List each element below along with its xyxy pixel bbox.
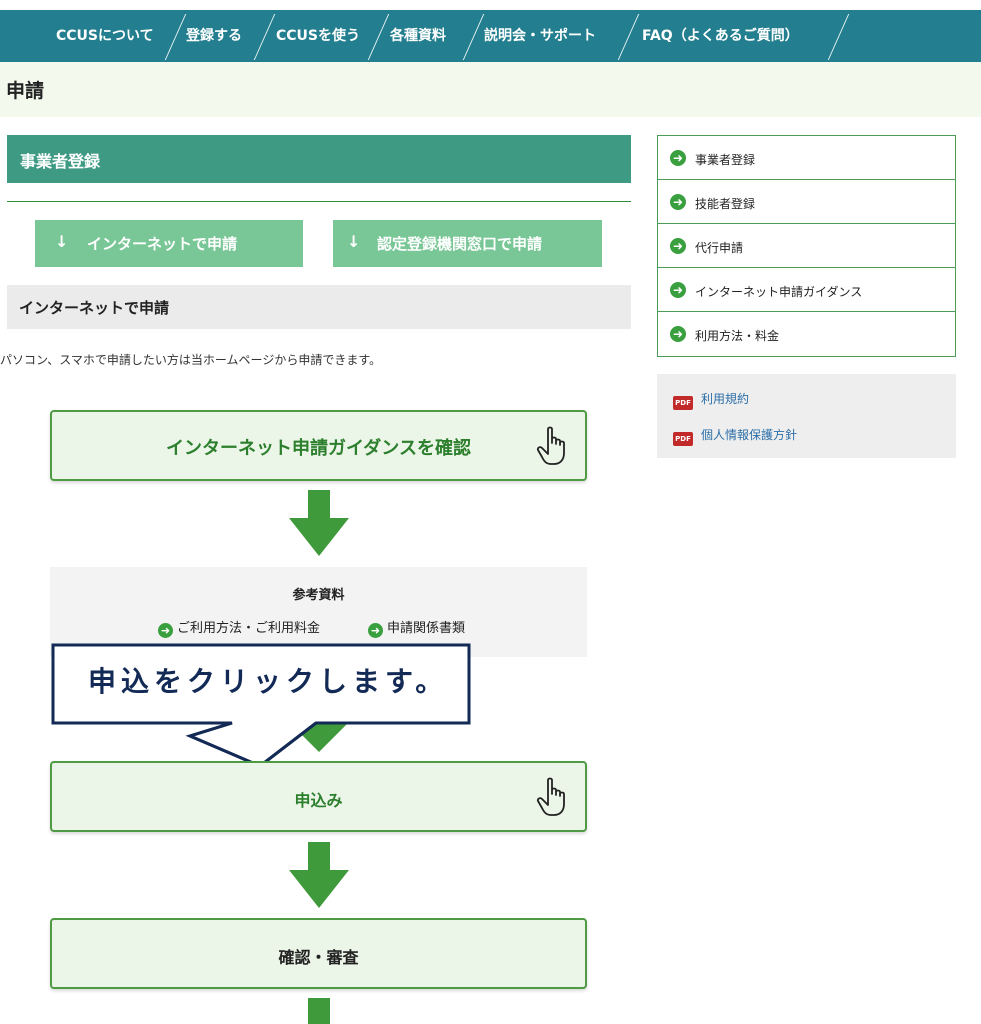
guidance-button[interactable]: インターネット申請ガイダンスを確認 bbox=[50, 410, 587, 481]
callout-text: 申込をクリックします。 bbox=[88, 665, 449, 698]
nav-item-support[interactable]: 説明会・サポート bbox=[484, 10, 596, 62]
nav-item-register[interactable]: 登録する bbox=[186, 10, 242, 62]
arrow-right-circle-icon: ➜ bbox=[670, 282, 686, 298]
nav-divider bbox=[367, 14, 390, 60]
anchor-internet-label: インターネットで申請 bbox=[87, 235, 238, 253]
sidebar-nav: ➜ 事業者登録 ➜ 技能者登録 ➜ 代行申請 ➜ インターネット申請ガイダンス … bbox=[657, 135, 956, 357]
pdf-link-terms[interactable]: PDF 利用規約 bbox=[673, 390, 749, 410]
reference-link-usage-label: ご利用方法・ご利用料金 bbox=[177, 621, 321, 636]
nav-divider bbox=[164, 14, 187, 60]
sidebar-item-business[interactable]: ➜ 事業者登録 bbox=[658, 136, 955, 180]
reference-title: 参考資料 bbox=[292, 588, 345, 603]
arrow-right-circle-icon: ➜ bbox=[670, 150, 686, 166]
page-title: 申請 bbox=[6, 80, 45, 102]
arrow-down-icon: ↓ bbox=[55, 232, 69, 251]
nav-item-use[interactable]: CCUSを使う bbox=[276, 10, 360, 62]
section-divider bbox=[7, 201, 631, 202]
arrow-right-circle-icon: ➜ bbox=[670, 194, 686, 210]
pdf-link-terms-label: 利用規約 bbox=[701, 392, 750, 406]
intro-text: パソコン、スマホで申請したい方は当ホームページから申請できます。 bbox=[0, 353, 382, 367]
anchor-internet-button[interactable]: ↓ インターネットで申請 bbox=[35, 220, 303, 267]
arrow-right-circle-icon: ➜ bbox=[158, 623, 173, 638]
sub-header-title: インターネットで申請 bbox=[19, 299, 170, 317]
review-step: 確認・審査 bbox=[50, 918, 587, 989]
nav-divider bbox=[827, 14, 850, 60]
sub-header: インターネットで申請 bbox=[7, 285, 631, 329]
sidebar-item-guidance[interactable]: ➜ インターネット申請ガイダンス bbox=[658, 268, 955, 312]
sidebar-item-label: 事業者登録 bbox=[695, 153, 756, 167]
anchor-office-label: 認定登録機関窓口で申請 bbox=[377, 235, 543, 253]
section-title: 事業者登録 bbox=[20, 152, 101, 171]
global-nav: CCUSについて 登録する CCUSを使う 各種資料 説明会・サポート FAQ（… bbox=[0, 10, 981, 62]
arrow-down-icon: ↓ bbox=[347, 232, 361, 251]
hand-pointer-icon bbox=[536, 777, 565, 816]
apply-button-label: 申込み bbox=[294, 791, 343, 810]
arrow-right-circle-icon: ➜ bbox=[670, 326, 686, 342]
anchor-office-button[interactable]: ↓ 認定登録機関窓口で申請 bbox=[333, 220, 602, 267]
sidebar-item-worker[interactable]: ➜ 技能者登録 bbox=[658, 180, 955, 224]
nav-item-faq[interactable]: FAQ（よくあるご質問） bbox=[642, 10, 799, 62]
nav-divider bbox=[462, 14, 485, 60]
sidebar-item-proxy[interactable]: ➜ 代行申請 bbox=[658, 224, 955, 268]
sidebar-item-label: 代行申請 bbox=[695, 241, 744, 255]
flow-arrow-icon bbox=[289, 842, 349, 908]
section-header: 事業者登録 bbox=[7, 135, 631, 183]
sidebar-item-pricing[interactable]: ➜ 利用方法・料金 bbox=[658, 312, 955, 356]
flow-arrow-icon bbox=[308, 998, 330, 1024]
page-title-band: 申請 bbox=[0, 62, 981, 117]
apply-button[interactable]: 申込み bbox=[50, 761, 587, 832]
arrow-right-circle-icon: ➜ bbox=[670, 238, 686, 254]
nav-divider bbox=[617, 14, 640, 60]
sidebar-item-label: 利用方法・料金 bbox=[695, 329, 780, 343]
pdf-link-privacy[interactable]: PDF 個人情報保護方針 bbox=[673, 426, 797, 446]
guidance-button-label: インターネット申請ガイダンスを確認 bbox=[166, 438, 471, 459]
flow-arrow-icon bbox=[289, 490, 349, 556]
reference-link-documents[interactable]: ➜ 申請関係書類 bbox=[368, 617, 465, 638]
reference-link-usage[interactable]: ➜ ご利用方法・ご利用料金 bbox=[158, 617, 320, 638]
sidebar-item-label: 技能者登録 bbox=[695, 197, 756, 211]
nav-item-documents[interactable]: 各種資料 bbox=[390, 10, 446, 62]
pdf-icon: PDF bbox=[673, 396, 693, 410]
pdf-link-privacy-label: 個人情報保護方針 bbox=[701, 428, 798, 442]
pdf-icon: PDF bbox=[673, 432, 693, 446]
flow-arrow-icon bbox=[289, 700, 349, 752]
review-step-label: 確認・審査 bbox=[278, 948, 359, 967]
hand-pointer-icon bbox=[536, 426, 565, 465]
arrow-right-circle-icon: ➜ bbox=[368, 623, 383, 638]
reference-box: 参考資料 ➜ ご利用方法・ご利用料金 ➜ 申請関係書類 bbox=[50, 567, 587, 657]
reference-link-documents-label: 申請関係書類 bbox=[387, 621, 466, 636]
pdf-links-box: PDF 利用規約 PDF 個人情報保護方針 bbox=[657, 374, 956, 458]
nav-item-about[interactable]: CCUSについて bbox=[56, 10, 154, 62]
nav-divider bbox=[253, 14, 276, 60]
sidebar-item-label: インターネット申請ガイダンス bbox=[695, 285, 863, 299]
